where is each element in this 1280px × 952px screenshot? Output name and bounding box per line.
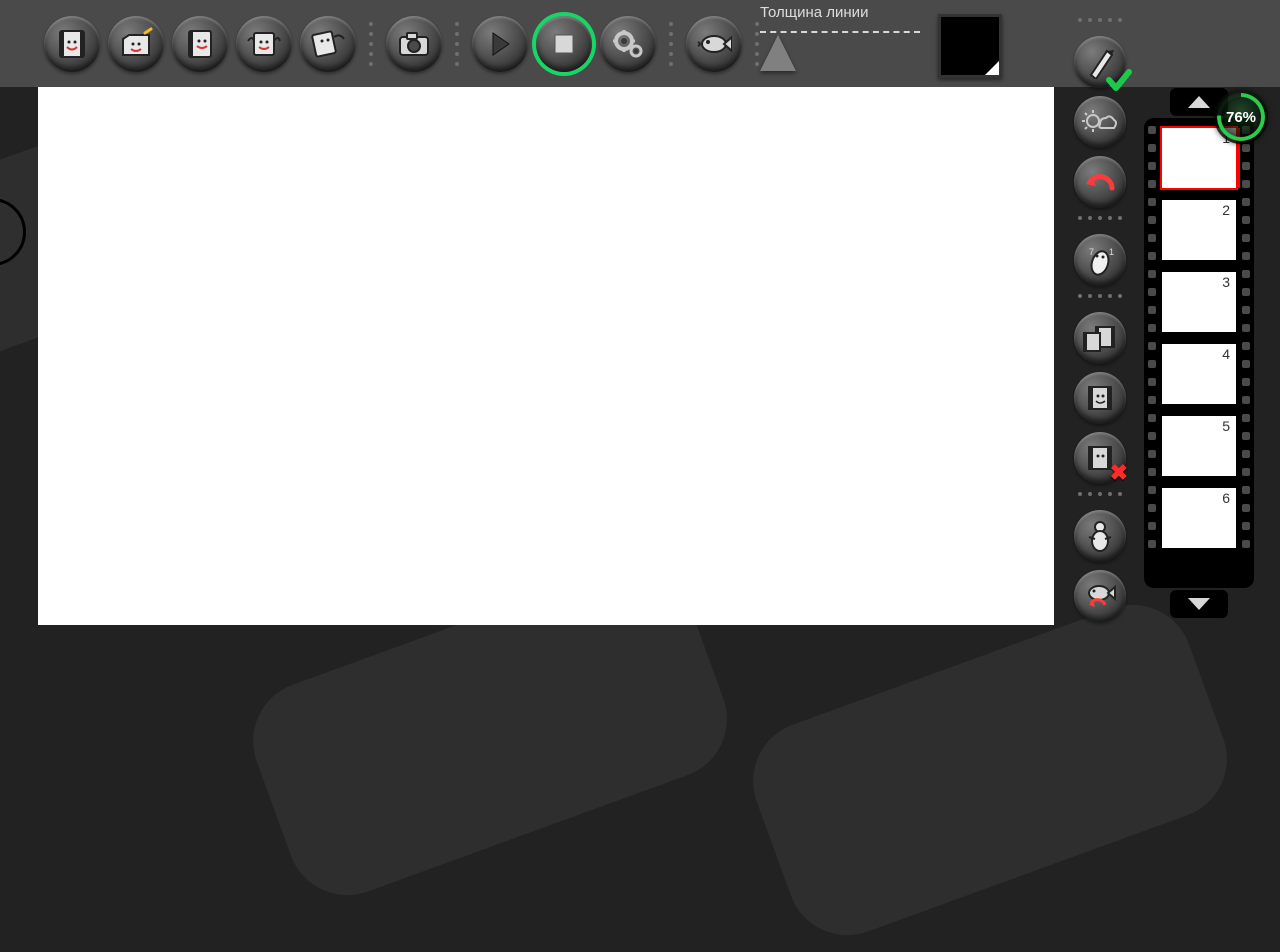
filmstrip-track: 1 2 3 4 5 6 bbox=[1144, 118, 1254, 588]
stop-button[interactable] bbox=[536, 16, 592, 72]
svg-text:7: 7 bbox=[1089, 247, 1094, 257]
slider-handle-icon[interactable] bbox=[760, 35, 796, 71]
delete-frame-button[interactable]: ✖ bbox=[1074, 432, 1126, 484]
slider-track bbox=[760, 31, 920, 33]
tool-separator bbox=[1072, 294, 1128, 304]
revert-button[interactable] bbox=[1074, 570, 1126, 622]
frame-thumb[interactable]: 5 bbox=[1162, 416, 1236, 476]
save-movie-button[interactable] bbox=[172, 16, 228, 72]
frame-number: 4 bbox=[1222, 346, 1230, 362]
stop-icon bbox=[553, 33, 575, 55]
filmstrip-scroll-down[interactable] bbox=[1170, 590, 1228, 618]
frame-thumb[interactable]: 3 bbox=[1162, 272, 1236, 332]
play-button[interactable] bbox=[472, 16, 528, 72]
undo-icon bbox=[1084, 170, 1116, 194]
film-send-icon bbox=[310, 27, 346, 61]
battery-text: 76% bbox=[1226, 109, 1256, 126]
new-movie-button[interactable] bbox=[44, 16, 100, 72]
tool-separator bbox=[1072, 18, 1128, 28]
toolbar-separator bbox=[366, 14, 376, 74]
film-share-icon bbox=[246, 27, 282, 61]
frame-number: 3 bbox=[1222, 274, 1230, 290]
pen-tool-button[interactable] bbox=[1074, 36, 1126, 88]
onion-skin-button[interactable] bbox=[1074, 96, 1126, 148]
frame-thumb[interactable]: 4 bbox=[1162, 344, 1236, 404]
film-add-icon bbox=[1084, 383, 1116, 413]
film-dup-icon bbox=[1082, 323, 1118, 353]
gear-icon bbox=[612, 28, 644, 60]
x-icon: ✖ bbox=[1110, 460, 1128, 486]
frame-number: 2 bbox=[1222, 202, 1230, 218]
sprocket-holes bbox=[1146, 118, 1158, 588]
export-button[interactable] bbox=[236, 16, 292, 72]
film-save-icon bbox=[183, 27, 217, 61]
camera-icon bbox=[397, 30, 431, 58]
line-width-slider[interactable] bbox=[760, 25, 920, 65]
chevron-up-icon bbox=[1186, 94, 1212, 110]
open-movie-button[interactable] bbox=[108, 16, 164, 72]
undo-button[interactable] bbox=[1074, 156, 1126, 208]
folder-smile-icon bbox=[119, 27, 153, 61]
battery-indicator: 76% bbox=[1214, 90, 1268, 144]
toolbar-separator bbox=[666, 14, 676, 74]
frame-thumb[interactable]: 2 bbox=[1162, 200, 1236, 260]
right-tool-column: 71 ✖ bbox=[1070, 14, 1130, 626]
add-frame-button[interactable] bbox=[1074, 372, 1126, 424]
toolbar-separator bbox=[452, 14, 462, 74]
flip-button[interactable] bbox=[686, 16, 742, 72]
color-swatch[interactable] bbox=[938, 14, 1002, 78]
check-icon bbox=[1106, 68, 1132, 94]
sun-cloud-icon bbox=[1082, 108, 1118, 136]
tool-separator bbox=[1072, 216, 1128, 226]
film-smile-icon bbox=[55, 27, 89, 61]
share-button[interactable] bbox=[300, 16, 356, 72]
svg-text:1: 1 bbox=[1109, 247, 1114, 257]
line-width-control[interactable]: Толщина линии bbox=[760, 4, 920, 65]
copy-frame-button[interactable] bbox=[1074, 312, 1126, 364]
frame-number: 6 bbox=[1222, 490, 1230, 506]
play-icon bbox=[487, 31, 513, 57]
fish-icon bbox=[696, 30, 732, 58]
camera-button[interactable] bbox=[386, 16, 442, 72]
drawing-canvas[interactable] bbox=[38, 87, 1054, 625]
settings-button[interactable] bbox=[600, 16, 656, 72]
person-icon bbox=[1085, 519, 1115, 553]
puppet-button[interactable] bbox=[1074, 510, 1126, 562]
frame-thumb[interactable]: 6 bbox=[1162, 488, 1236, 548]
tool-separator bbox=[1072, 492, 1128, 502]
line-width-label: Толщина линии bbox=[760, 4, 920, 21]
finger-tool-button[interactable]: 71 bbox=[1074, 234, 1126, 286]
background-decoration bbox=[736, 588, 1244, 952]
fish-undo-icon bbox=[1083, 581, 1117, 611]
sprocket-holes bbox=[1240, 118, 1252, 588]
finger-icon: 71 bbox=[1085, 243, 1115, 277]
filmstrip: 1 2 3 4 5 6 bbox=[1144, 88, 1254, 618]
chevron-down-icon bbox=[1186, 596, 1212, 612]
frame-number: 5 bbox=[1222, 418, 1230, 434]
